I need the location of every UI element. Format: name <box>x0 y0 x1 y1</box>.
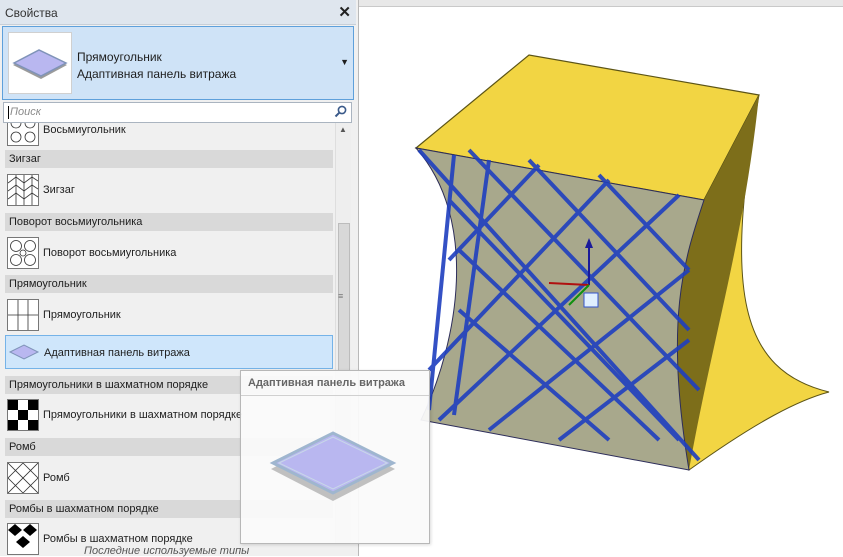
chevron-down-icon[interactable]: ▼ <box>340 57 349 67</box>
scroll-up-icon[interactable]: ▲ <box>339 125 347 134</box>
octagon-pattern-icon <box>7 123 39 146</box>
rotated-octagon-pattern-icon <box>7 237 39 269</box>
search-icon[interactable] <box>334 105 347 121</box>
list-item-label: Ромбы в шахматном порядке <box>43 533 193 545</box>
type-selector[interactable]: Прямоугольник Адаптивная панель витража … <box>2 26 354 100</box>
list-item-label: Восьмиугольник <box>43 124 126 136</box>
type-preview-icon <box>8 32 72 94</box>
list-item-label: Поворот восьмиугольника <box>43 247 177 259</box>
search-placeholder: Поиск <box>10 106 41 118</box>
tooltip-preview-icon <box>269 429 409 512</box>
zigzag-pattern-icon <box>7 174 39 206</box>
viewport-top-strip <box>359 0 843 7</box>
rectangle-grid-icon <box>7 299 39 331</box>
group-header-label: Поворот восьмиугольника <box>9 216 143 228</box>
model-viewport[interactable] <box>359 0 843 556</box>
list-item-selected[interactable]: Адаптивная панель витража <box>5 335 333 369</box>
group-header-label: Ромбы в шахматном порядке <box>9 503 159 515</box>
list-item[interactable]: Прямоугольник <box>5 298 333 332</box>
search-field[interactable]: Поиск <box>3 102 352 123</box>
rhombus-pattern-icon <box>7 462 39 494</box>
text-caret <box>8 106 9 119</box>
list-item-label: Адаптивная панель витража <box>44 347 190 359</box>
recent-types-label: Последние используемые типы <box>84 545 250 557</box>
type-name: Прямоугольник <box>77 50 162 64</box>
list-item-label: Прямоугольник <box>43 309 121 321</box>
group-header: Зигзаг <box>5 150 333 168</box>
group-header: Поворот восьмиугольника <box>5 213 333 231</box>
type-tooltip: Адаптивная панель витража <box>240 370 430 544</box>
list-item-label: Зигзаг <box>43 184 75 196</box>
close-icon[interactable]: ✕ <box>338 3 351 21</box>
tooltip-title: Адаптивная панель витража <box>248 377 405 389</box>
group-header-label: Зигзаг <box>9 153 41 165</box>
tooltip-divider <box>241 395 429 396</box>
scroll-grip-icon: ≡ <box>338 291 344 301</box>
list-item[interactable]: Поворот восьмиугольника <box>5 236 333 270</box>
family-name: Адаптивная панель витража <box>77 67 237 81</box>
list-item-label: Ромб <box>43 472 70 484</box>
panel-title-bar: Свойства ✕ <box>0 0 356 25</box>
curtain-panel-icon <box>8 337 40 369</box>
3d-model[interactable] <box>359 0 843 556</box>
group-header: Прямоугольник <box>5 275 333 293</box>
list-item[interactable]: Восьмиугольник <box>5 123 333 147</box>
list-item-label: Прямоугольники в шахматном порядке <box>43 409 243 421</box>
checkerboard-icon <box>7 399 39 431</box>
group-header-label: Ромб <box>9 441 36 453</box>
group-header-label: Прямоугольник <box>9 278 87 290</box>
panel-title: Свойства <box>5 6 58 20</box>
list-item[interactable]: Зигзаг <box>5 173 333 207</box>
rhombus-checker-icon <box>7 523 39 555</box>
group-header-label: Прямоугольники в шахматном порядке <box>9 379 209 391</box>
